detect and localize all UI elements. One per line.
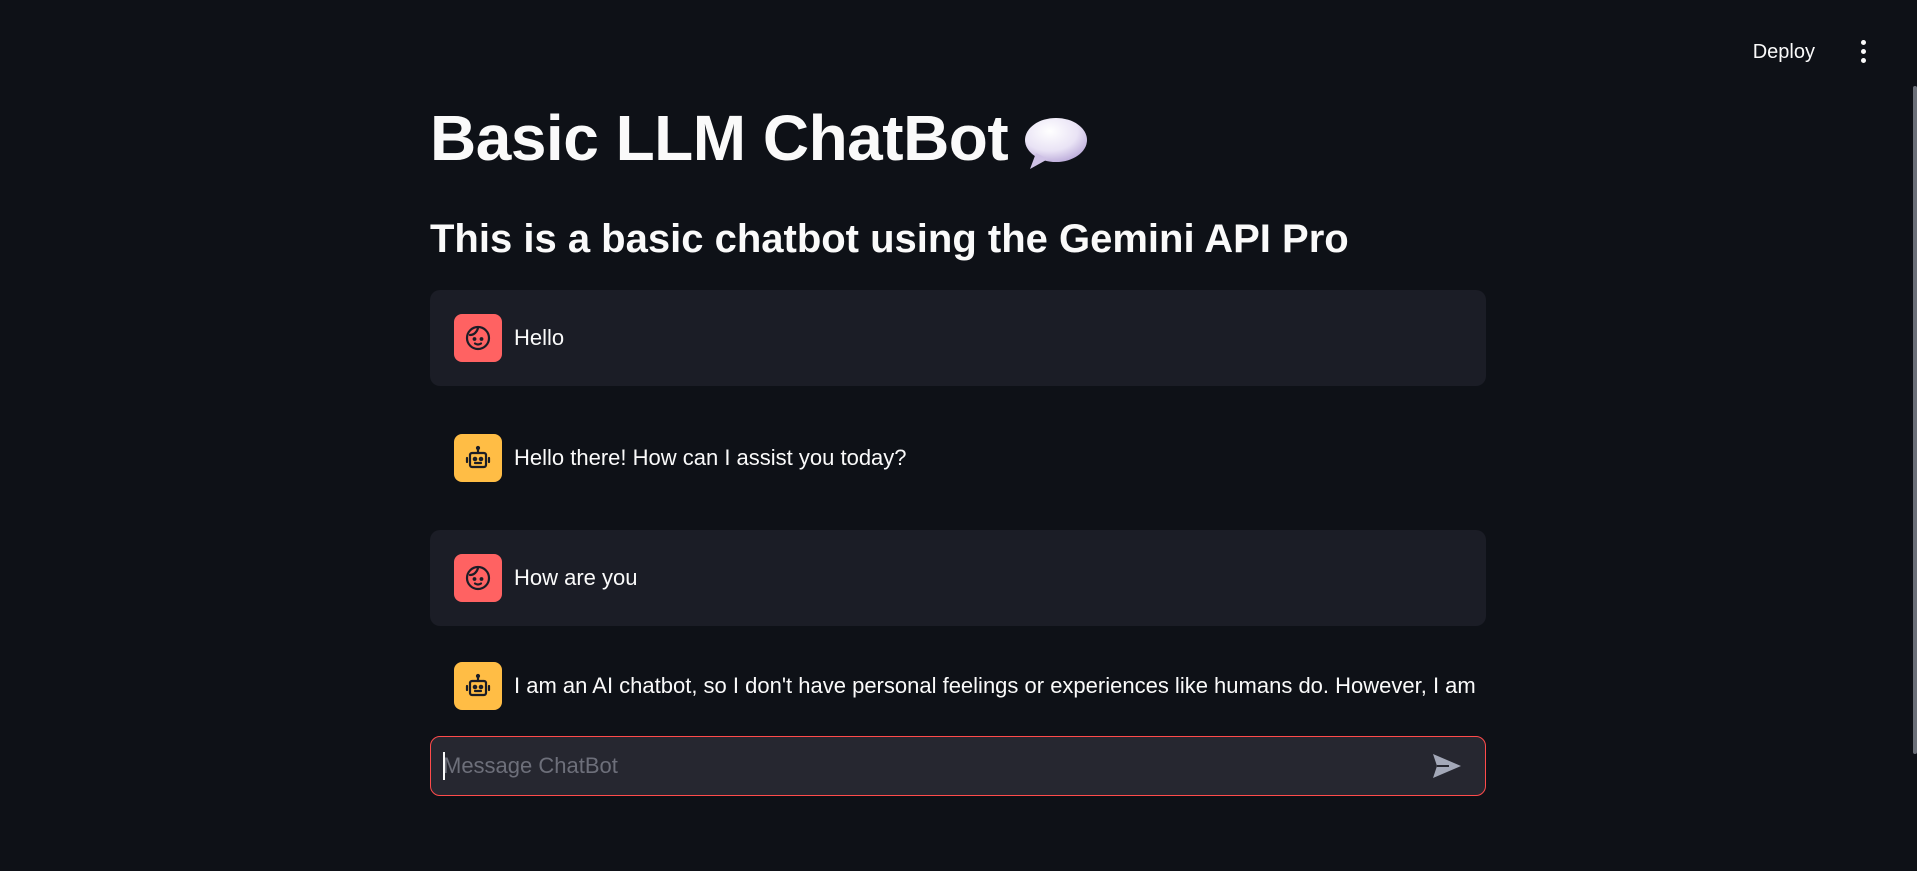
chat-message-user: Hello bbox=[430, 290, 1486, 386]
chat-input-container bbox=[430, 736, 1486, 796]
chat-message-assistant: I am an AI chatbot, so I don't have pers… bbox=[430, 660, 1486, 712]
page-title-text: Basic LLM ChatBot bbox=[430, 102, 1009, 174]
more-vertical-icon[interactable] bbox=[1851, 35, 1875, 67]
chat-message-text: I am an AI chatbot, so I don't have pers… bbox=[514, 673, 1476, 698]
streamlit-app: Deploy Basic LLM ChatBot This is a basic… bbox=[0, 0, 1917, 871]
chat-scroll-clip: I am an AI chatbot, so I don't have pers… bbox=[430, 660, 1486, 712]
speech-balloon-icon bbox=[1022, 113, 1088, 171]
robot-icon bbox=[454, 662, 502, 710]
chat-input[interactable] bbox=[431, 736, 1427, 796]
user-face-icon bbox=[454, 554, 502, 602]
deploy-button[interactable]: Deploy bbox=[1745, 35, 1823, 70]
text-caret bbox=[443, 752, 445, 780]
send-icon[interactable] bbox=[1427, 746, 1467, 786]
robot-icon bbox=[454, 434, 502, 482]
chat-message-text: Hello there! How can I assist you today? bbox=[514, 445, 907, 470]
header-toolbar: Deploy bbox=[1745, 0, 1917, 100]
page-title: Basic LLM ChatBot bbox=[430, 100, 1088, 176]
chat-message-assistant: Hello there! How can I assist you today? bbox=[430, 410, 1486, 506]
user-face-icon bbox=[454, 314, 502, 362]
chat-message-text: Hello bbox=[514, 325, 565, 350]
page-scrollbar[interactable] bbox=[1913, 86, 1917, 754]
page-subtitle: This is a basic chatbot using the Gemini… bbox=[430, 217, 1349, 261]
chat-message-user: How are you bbox=[430, 530, 1486, 626]
chat-message-text: How are you bbox=[514, 565, 638, 590]
